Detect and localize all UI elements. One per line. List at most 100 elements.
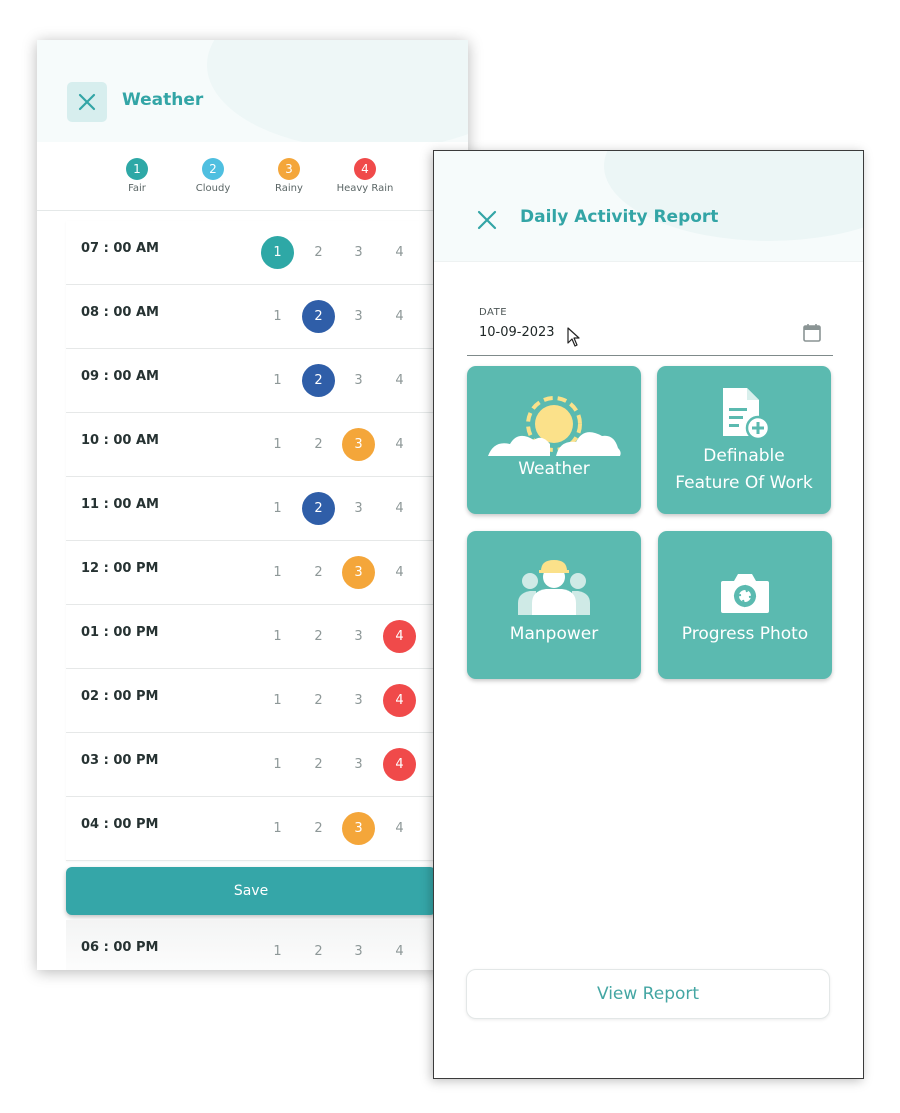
weather-option[interactable]: 4 — [383, 300, 416, 333]
dfow-tile-label-line1: Definable — [703, 446, 785, 466]
date-label: DATE — [479, 307, 508, 318]
weather-option[interactable]: 1 — [261, 364, 294, 397]
weather-option[interactable]: 3 — [342, 748, 375, 781]
weather-option[interactable]: 2 — [302, 812, 335, 845]
table-row: 06 : 00 PM 1 2 3 4 — [66, 920, 468, 970]
row-time: 10 : 00 AM — [81, 433, 159, 448]
weather-option[interactable]: 4 — [383, 812, 416, 845]
weather-option[interactable]: 1 — [261, 300, 294, 333]
weather-option[interactable]: 3 — [342, 236, 375, 269]
row-time: 01 : 00 PM — [81, 625, 159, 640]
header-wave-decoration — [604, 151, 863, 241]
save-button[interactable]: Save — [66, 867, 436, 915]
date-value: 10-09-2023 — [479, 325, 555, 340]
close-icon — [78, 93, 96, 111]
weather-option[interactable]: 4 — [383, 364, 416, 397]
weather-option[interactable]: 1 — [261, 935, 294, 968]
weather-option[interactable]: 4 — [383, 684, 416, 717]
weather-header: Weather — [37, 40, 468, 142]
weather-option[interactable]: 3 — [342, 364, 375, 397]
legend-label: Cloudy — [195, 183, 231, 194]
definable-feature-of-work-tile[interactable]: Definable Feature Of Work — [657, 366, 831, 514]
camera-icon — [721, 574, 769, 613]
table-row: 03 : 00 PM 1 2 3 4 — [66, 733, 468, 797]
weather-option[interactable]: 3 — [342, 935, 375, 968]
weather-option[interactable]: 1 — [261, 684, 294, 717]
table-row: 12 : 00 PM 1 2 3 4 — [66, 541, 468, 605]
weather-option[interactable]: 2 — [302, 300, 335, 333]
weather-option[interactable]: 1 — [261, 492, 294, 525]
table-row: 11 : 00 AM 1 2 3 4 — [66, 477, 468, 541]
report-header: Daily Activity Report — [434, 151, 863, 262]
weather-option[interactable]: 4 — [383, 236, 416, 269]
legend-dot: 1 — [126, 158, 148, 180]
row-time: 09 : 00 AM — [81, 369, 159, 384]
weather-option[interactable]: 3 — [342, 428, 375, 461]
table-row: 09 : 00 AM 1 2 3 4 — [66, 349, 468, 413]
weather-option[interactable]: 1 — [261, 748, 294, 781]
weather-option[interactable]: 3 — [342, 812, 375, 845]
manpower-tile-label: Manpower — [509, 624, 599, 644]
weather-close-button[interactable] — [67, 82, 107, 122]
row-time: 08 : 00 AM — [81, 305, 159, 320]
weather-option[interactable]: 3 — [342, 556, 375, 589]
row-time: 07 : 00 AM — [81, 241, 159, 256]
weather-option[interactable]: 4 — [383, 556, 416, 589]
calendar-icon[interactable] — [803, 323, 821, 343]
weather-option[interactable]: 2 — [302, 236, 335, 269]
legend-label: Fair — [128, 183, 146, 194]
weather-option[interactable]: 4 — [383, 620, 416, 653]
weather-option[interactable]: 2 — [302, 556, 335, 589]
weather-option[interactable]: 1 — [261, 812, 294, 845]
weather-option[interactable]: 1 — [261, 428, 294, 461]
table-row: 01 : 00 PM 1 2 3 4 — [66, 605, 468, 669]
legend-label: Rainy — [275, 183, 303, 194]
weather-option[interactable]: 4 — [383, 492, 416, 525]
weather-option[interactable]: 2 — [302, 620, 335, 653]
legend-item-cloudy: 2 Cloudy — [178, 158, 248, 194]
weather-option[interactable]: 1 — [261, 620, 294, 653]
weather-option[interactable]: 2 — [302, 935, 335, 968]
weather-tile[interactable]: Weather — [467, 366, 641, 514]
weather-option[interactable]: 2 — [302, 428, 335, 461]
mouse-cursor-icon — [567, 327, 580, 347]
legend-item-fair: 1 Fair — [102, 158, 172, 194]
weather-panel: Weather 1 Fair 2 Cloudy 3 Rainy 4 Heavy … — [37, 40, 468, 970]
weather-option[interactable]: 3 — [342, 684, 375, 717]
row-time: 06 : 00 PM — [81, 940, 159, 955]
weather-option[interactable]: 2 — [302, 492, 335, 525]
row-time: 11 : 00 AM — [81, 497, 159, 512]
weather-option[interactable]: 4 — [383, 428, 416, 461]
row-time: 02 : 00 PM — [81, 689, 159, 704]
header-wave-decoration — [207, 40, 468, 142]
legend-dot: 4 — [354, 158, 376, 180]
weather-tile-label: Weather — [518, 459, 590, 479]
document-add-icon — [723, 388, 771, 441]
progress-photo-tile-label: Progress Photo — [681, 624, 809, 644]
date-field[interactable]: DATE 10-09-2023 — [467, 301, 833, 356]
view-report-button[interactable]: View Report — [466, 969, 830, 1019]
sun-cloud-icon — [488, 396, 621, 456]
weather-option[interactable]: 4 — [383, 935, 416, 968]
weather-option[interactable]: 2 — [302, 364, 335, 397]
progress-photo-tile[interactable]: Progress Photo — [658, 531, 832, 679]
legend-dot: 3 — [278, 158, 300, 180]
weather-option[interactable]: 3 — [342, 620, 375, 653]
legend-dot: 2 — [202, 158, 224, 180]
workers-icon — [518, 560, 590, 615]
legend-item-heavy-rain: 4 Heavy Rain — [330, 158, 400, 194]
weather-option[interactable]: 1 — [261, 236, 294, 269]
close-icon[interactable] — [474, 207, 500, 233]
dfow-tile-label-line2: Feature Of Work — [675, 473, 813, 493]
daily-report-panel: Daily Activity Report DATE 10-09-2023 We… — [433, 150, 864, 1079]
weather-option[interactable]: 4 — [383, 748, 416, 781]
weather-option[interactable]: 2 — [302, 748, 335, 781]
table-row: 08 : 00 AM 1 2 3 4 — [66, 285, 468, 349]
weather-option[interactable]: 3 — [342, 300, 375, 333]
legend-label: Heavy Rain — [336, 183, 394, 194]
weather-option[interactable]: 2 — [302, 684, 335, 717]
weather-option[interactable]: 3 — [342, 492, 375, 525]
weather-time-list: 07 : 00 AM 1 2 3 4 08 : 00 AM 1 2 3 4 09 : 00 AM 1 2… — [66, 221, 468, 861]
weather-option[interactable]: 1 — [261, 556, 294, 589]
manpower-tile[interactable]: Manpower — [467, 531, 641, 679]
